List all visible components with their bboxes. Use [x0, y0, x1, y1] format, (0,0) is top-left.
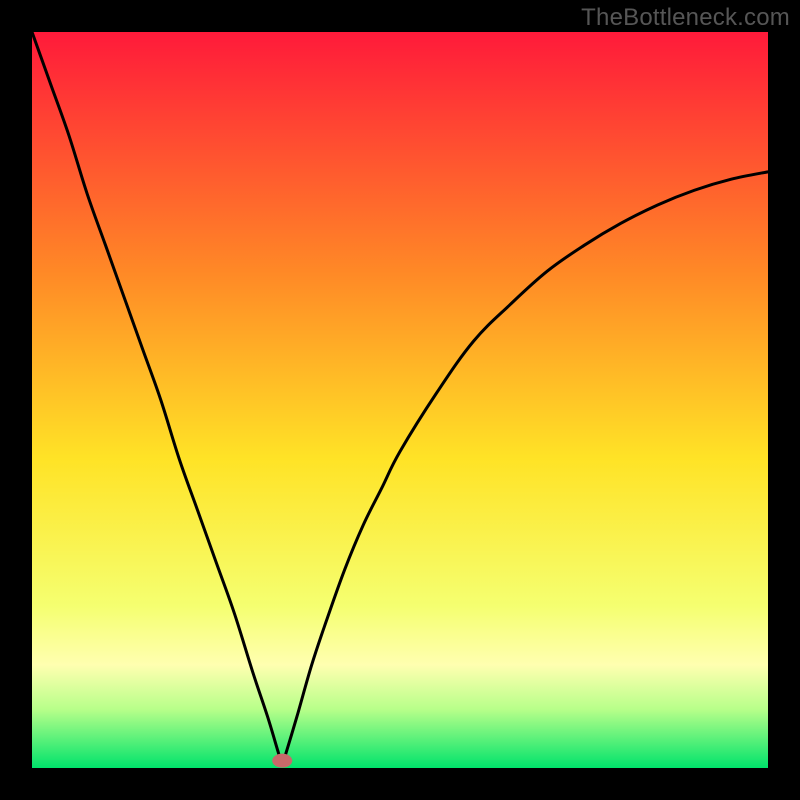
plot-area [32, 32, 768, 768]
gradient-background [32, 32, 768, 768]
watermark-text: TheBottleneck.com [581, 4, 790, 32]
chart-frame: TheBottleneck.com [0, 0, 800, 800]
chart-svg [32, 32, 768, 768]
optimal-marker [272, 754, 292, 768]
